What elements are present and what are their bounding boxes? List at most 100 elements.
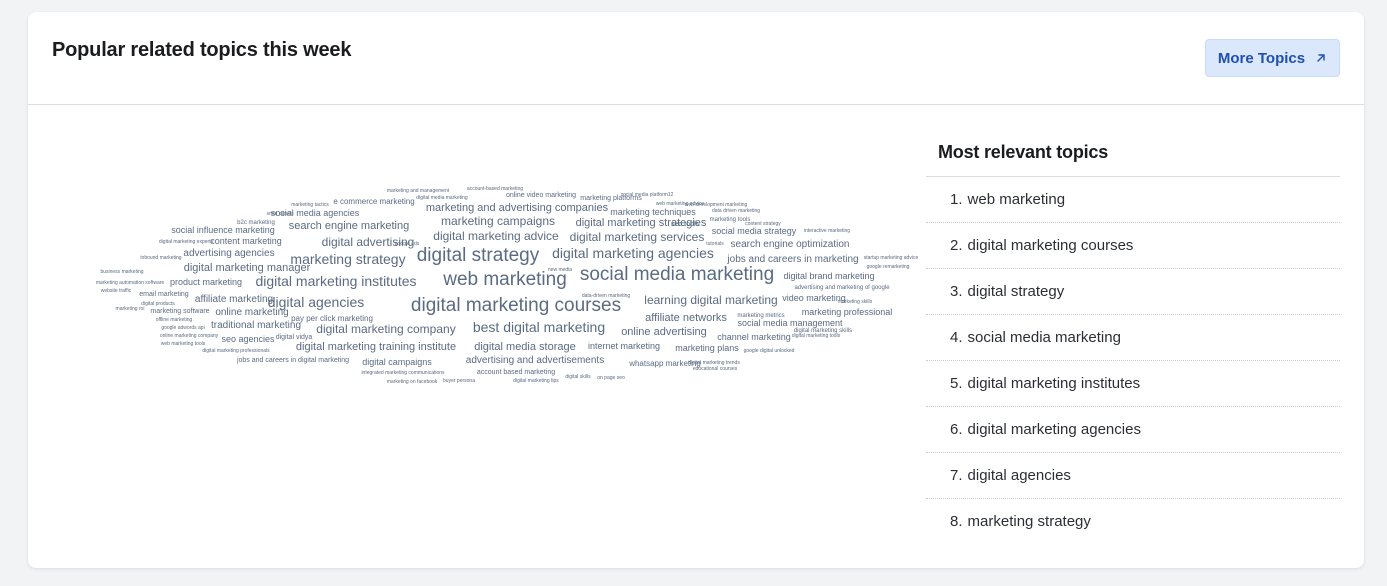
cloud-word[interactable]: digital marketing tips [513, 378, 559, 384]
cloud-word[interactable]: interactive marketing [804, 228, 850, 234]
cloud-word[interactable]: digital marketing tools [792, 333, 841, 339]
cloud-word[interactable]: digital campaigns [362, 357, 432, 367]
cloud-word[interactable]: affiliate marketing [195, 294, 273, 305]
more-topics-button[interactable]: More Topics [1205, 39, 1340, 77]
cloud-word[interactable]: advertising agencies [183, 248, 274, 259]
cloud-word[interactable]: account-based marketing [467, 186, 523, 192]
cloud-word[interactable]: digital marketing institutes [255, 273, 416, 289]
cloud-word[interactable]: digital products [141, 301, 175, 307]
cloud-word[interactable]: integrated marketing communications [361, 370, 445, 376]
cloud-word[interactable]: offline marketing [156, 317, 193, 323]
cloud-word[interactable]: marketing on facebook [387, 379, 438, 385]
cloud-word[interactable]: digital media storage [474, 341, 576, 353]
cloud-word[interactable]: tutorials [706, 241, 724, 247]
topic-item[interactable]: 1. web marketing [926, 177, 1340, 223]
cloud-word[interactable]: traditional marketing [211, 320, 301, 331]
cloud-word[interactable]: data driven marketing [712, 208, 760, 214]
topic-item[interactable]: 6. digital marketing agencies [926, 407, 1340, 453]
cloud-word[interactable]: marketing campaigns [441, 214, 555, 228]
topic-label: digital strategy [967, 283, 1065, 300]
cloud-word[interactable]: pay per click marketing [291, 314, 373, 323]
cloud-word[interactable]: b2c marketing [237, 220, 275, 226]
cloud-word[interactable]: google ads [395, 241, 420, 247]
cloud-word[interactable]: social media platform12 [621, 192, 674, 198]
most-relevant-title: Most relevant topics [938, 142, 1109, 162]
cloud-word[interactable]: search engine marketing [289, 220, 409, 232]
topic-rank: 8. [950, 513, 963, 530]
topic-item[interactable]: 5. digital marketing institutes [926, 361, 1340, 407]
cloud-word[interactable]: marketing and management [387, 188, 450, 194]
cloud-word[interactable]: buyer persona [443, 378, 475, 384]
topic-item[interactable]: 7. digital agencies [926, 453, 1340, 499]
cloud-word[interactable]: marketing roi [116, 306, 145, 312]
cloud-word[interactable]: digital marketing professionals [202, 348, 270, 354]
cloud-word[interactable]: google adwords api [161, 325, 204, 331]
cloud-word[interactable]: internet marketing [588, 341, 660, 351]
cloud-word[interactable]: search engine optimization [731, 239, 850, 250]
topic-item[interactable]: 3. digital strategy [926, 269, 1340, 315]
cloud-word[interactable]: social media management [737, 318, 843, 328]
cloud-word[interactable]: content marketing [210, 236, 282, 246]
cloud-word[interactable]: marketing plans [675, 343, 739, 353]
cloud-word[interactable]: marketing tactics [291, 202, 329, 208]
topic-item[interactable]: 4. social media marketing [926, 315, 1340, 361]
cloud-word[interactable]: online marketing [215, 307, 288, 318]
cloud-word[interactable]: educational courses [693, 366, 738, 372]
cloud-word[interactable]: email marketing [139, 291, 189, 298]
cloud-word[interactable]: digital skills [565, 374, 591, 380]
cloud-word[interactable]: video marketing [782, 293, 846, 303]
cloud-word[interactable]: affiliate networks [645, 312, 727, 324]
cloud-word[interactable]: digital marketing manager [184, 262, 311, 274]
cloud-word[interactable]: marketing software [150, 308, 209, 315]
cloud-word[interactable]: social media strategy [712, 226, 797, 236]
cloud-word[interactable]: social media marketing [580, 264, 774, 285]
cloud-word[interactable]: online video marketing [506, 192, 576, 199]
cloud-word[interactable]: web marketing tools [161, 341, 206, 347]
cloud-word[interactable]: social influence marketing [171, 225, 275, 235]
cloud-word[interactable]: digital media marketing [416, 195, 468, 201]
cloud-word[interactable]: best digital marketing [473, 319, 605, 335]
cloud-word[interactable]: advertising and marketing of google [794, 285, 890, 291]
cloud-word[interactable]: advertising and advertisements [466, 355, 604, 366]
cloud-word[interactable]: account based marketing [477, 369, 555, 376]
cloud-word[interactable]: jobs and careers in digital marketing [236, 357, 349, 364]
topic-item[interactable]: 8. marketing strategy [926, 499, 1340, 544]
cloud-word[interactable]: product marketing [170, 277, 242, 287]
cloud-word[interactable]: digital marketing company [316, 322, 455, 336]
cloud-word[interactable]: marketing automation software [96, 280, 165, 286]
cloud-word[interactable]: digital marketing services [570, 230, 705, 244]
cloud-word[interactable]: digital strategy [417, 245, 540, 266]
cloud-word[interactable]: e commerce marketing [333, 197, 414, 206]
cloud-word[interactable]: startup marketing advice [864, 255, 919, 261]
cloud-word[interactable]: learning digital marketing [644, 293, 777, 307]
cloud-word[interactable]: channel marketing [717, 332, 791, 342]
cloud-word[interactable]: marketing skills [838, 299, 873, 305]
cloud-word[interactable]: online marketing company [160, 333, 219, 339]
cloud-word[interactable]: digital vidya [276, 334, 313, 341]
cloud-word[interactable]: google digital unlocked [744, 348, 795, 354]
cloud-word[interactable]: data-driven marketing [582, 293, 631, 299]
cloud-word[interactable]: website traffic [101, 288, 132, 294]
cloud-word[interactable]: smm panels [267, 211, 294, 217]
cloud-word[interactable]: marketing techniques [610, 207, 696, 217]
cloud-word[interactable]: jobs and careers in marketing [726, 254, 858, 265]
cloud-word[interactable]: digital marketing agencies [552, 245, 714, 261]
cloud-word[interactable]: content strategy [745, 221, 781, 227]
cloud-word[interactable]: marketing and advertising companies [426, 202, 609, 214]
cloud-word[interactable]: on page seo [597, 375, 625, 381]
cloud-word[interactable]: digital marketing advice [433, 229, 559, 243]
word-cloud-canvas: web marketing social media marketingdigit… [96, 186, 919, 385]
topic-item[interactable]: 2. digital marketing courses [926, 223, 1340, 269]
cloud-word[interactable]: digital brand marketing [783, 271, 874, 281]
cloud-word[interactable]: digital marketing experts [159, 239, 214, 245]
cloud-word[interactable]: online advertising [621, 326, 707, 338]
cloud-word[interactable]: marketing professional [802, 307, 893, 317]
cloud-word[interactable]: seo tools [671, 221, 700, 228]
cloud-word[interactable]: google remarketing [867, 264, 910, 270]
cloud-word[interactable]: marketing metrics [737, 313, 784, 319]
cloud-word[interactable]: inbound marketing [140, 255, 181, 261]
cloud-word[interactable]: seo agencies [221, 334, 275, 344]
cloud-word[interactable]: digital marketing training institute [296, 341, 456, 353]
cloud-word[interactable]: new media [548, 267, 572, 273]
cloud-word[interactable]: business marketing [100, 269, 143, 275]
